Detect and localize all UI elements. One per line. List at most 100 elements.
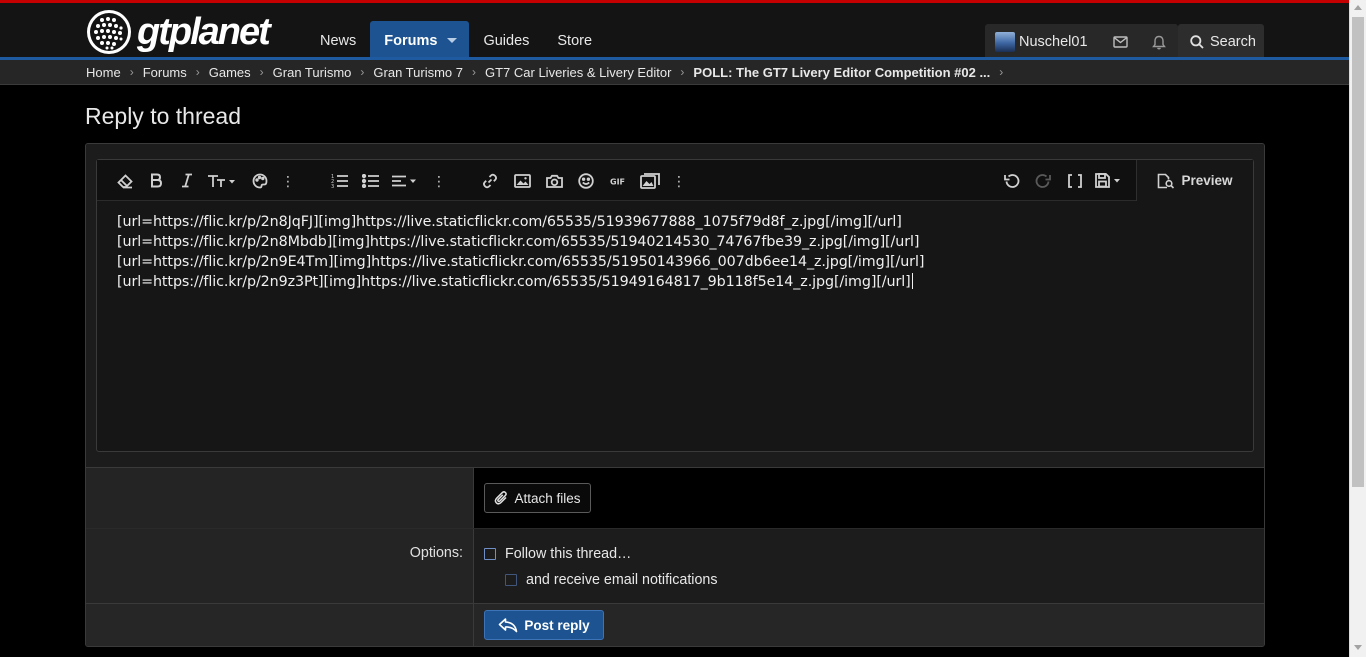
nav-forums[interactable]: Forums [370, 21, 470, 60]
breadcrumb-gran-turismo-7[interactable]: Gran Turismo 7 [373, 65, 463, 80]
search-label: Search [1210, 34, 1256, 50]
message-line-text: [url=https://flic.kr/p/2n9z3Pt][img]http… [117, 274, 911, 290]
italic-button[interactable] [173, 160, 201, 201]
save-icon [1095, 173, 1120, 188]
link-icon [483, 173, 497, 188]
follow-thread-checkbox[interactable] [484, 548, 496, 560]
ordered-list-button[interactable]: 123 [326, 160, 354, 201]
preview-icon [1158, 173, 1175, 189]
svg-text:3: 3 [331, 184, 334, 188]
unordered-list-button[interactable] [357, 160, 385, 201]
insert-gif-button[interactable]: GIF [604, 160, 632, 201]
gif-icon: GIF [610, 177, 625, 186]
site-header: gtplanet News Forums Guides Store Nusche… [0, 3, 1349, 60]
chevron-down-icon[interactable] [447, 38, 458, 43]
breadcrumb: Home › Forums › Games › Gran Turismo › Gran … [0, 60, 1349, 85]
user-menu: Nuschel01 [985, 24, 1178, 60]
drafts-button[interactable] [1093, 160, 1127, 201]
submit-row-label-column [86, 604, 474, 646]
font-size-button[interactable] [205, 160, 239, 201]
eraser-icon [117, 173, 133, 188]
reply-form: ⋮ 123 ⋮ GIF ⋮ Preview [url=https://flic.… [85, 143, 1265, 647]
attach-row: Attach files [86, 468, 1264, 528]
chevron-right-icon: › [129, 65, 134, 79]
email-notification-label: and receive email notifications [526, 572, 718, 588]
post-reply-button[interactable]: Post reply [484, 610, 604, 640]
page-scrollbar[interactable] [1349, 0, 1366, 657]
nav-news-label: News [320, 32, 357, 49]
breadcrumb-home[interactable]: Home [86, 65, 121, 80]
logo-wordmark: gtplanet [137, 11, 271, 53]
redo-icon [1035, 173, 1051, 188]
insert-image-button[interactable] [508, 160, 536, 201]
insert-smilie-button[interactable] [572, 160, 600, 201]
nav-news[interactable]: News [306, 21, 370, 60]
chevron-right-icon: › [999, 65, 1004, 79]
page-title: Reply to thread [85, 103, 241, 129]
insert-gallery-button[interactable] [636, 160, 664, 201]
nav-guides[interactable]: Guides [469, 21, 543, 60]
bold-icon [151, 173, 162, 188]
undo-button[interactable] [997, 160, 1025, 201]
email-notification-option[interactable]: and receive email notifications [505, 572, 718, 588]
undo-icon [1003, 173, 1019, 188]
text-color-button[interactable] [246, 160, 274, 201]
username: Nuschel01 [1019, 34, 1088, 50]
email-notification-checkbox[interactable] [505, 574, 517, 586]
breadcrumb-forums[interactable]: Forums [143, 65, 187, 80]
message-editor[interactable]: ⋮ 123 ⋮ GIF ⋮ Preview [url=https://flic.… [96, 159, 1254, 452]
breadcrumb-gran-turismo[interactable]: Gran Turismo [273, 65, 352, 80]
align-left-icon [392, 175, 416, 186]
options-row: Options: Follow this thread… and receive… [86, 528, 1264, 604]
alerts-button[interactable] [1140, 24, 1178, 60]
avatar [995, 32, 1015, 52]
search-icon [1190, 35, 1204, 49]
follow-thread-option[interactable]: Follow this thread… [484, 546, 631, 562]
preview-label: Preview [1181, 173, 1233, 188]
text-size-icon [208, 174, 235, 187]
more-paragraph-options-button[interactable]: ⋮ [432, 160, 446, 201]
gallery-icon [640, 172, 660, 189]
message-line: [url=https://flic.kr/p/2n9E4Tm][img]http… [117, 254, 925, 270]
account-link[interactable]: Nuschel01 [985, 24, 1101, 60]
insert-link-button[interactable] [476, 160, 504, 201]
scroll-up-arrow-icon[interactable] [1354, 5, 1362, 10]
italic-icon [182, 173, 192, 188]
more-insert-options-button[interactable]: ⋮ [672, 160, 686, 201]
redo-button[interactable] [1029, 160, 1057, 201]
breadcrumb-games[interactable]: Games [209, 65, 251, 80]
preview-button[interactable]: Preview [1136, 160, 1253, 201]
submit-row: Post reply [86, 603, 1264, 646]
options-row-content: Follow this thread… and receive email no… [474, 529, 1264, 604]
image-icon [513, 173, 531, 188]
nav-store-label: Store [557, 32, 593, 49]
message-body[interactable]: [url=https://flic.kr/p/2n8JqFJ][img]http… [117, 212, 1237, 292]
post-reply-label: Post reply [524, 617, 590, 633]
follow-thread-label: Follow this thread… [505, 546, 632, 562]
search-button[interactable]: Search [1178, 24, 1264, 60]
text-cursor [911, 273, 913, 289]
align-button[interactable] [388, 160, 422, 201]
attach-row-label-column [86, 468, 474, 528]
bold-button[interactable] [142, 160, 170, 201]
site-logo[interactable]: gtplanet [85, 8, 271, 56]
breadcrumb-liveries[interactable]: GT7 Car Liveries & Livery Editor [485, 65, 671, 80]
chevron-right-icon: › [259, 65, 264, 79]
more-text-options-button[interactable]: ⋮ [281, 160, 295, 201]
editor-area: ⋮ 123 ⋮ GIF ⋮ Preview [url=https://flic.… [86, 144, 1264, 468]
svg-text:GIF: GIF [610, 177, 625, 186]
scrollbar-thumb[interactable] [1352, 17, 1364, 487]
chevron-right-icon: › [360, 65, 365, 79]
breadcrumb-thread[interactable]: POLL: The GT7 Livery Editor Competition … [693, 65, 990, 80]
scroll-down-arrow-icon[interactable] [1354, 645, 1362, 650]
insert-media-button[interactable] [540, 160, 568, 201]
attach-files-button[interactable]: Attach files [484, 483, 591, 513]
toggle-bbcode-button[interactable] [1061, 160, 1089, 201]
message-line-last: [url=https://flic.kr/p/2n9z3Pt][img]http… [117, 272, 1237, 292]
nav-store[interactable]: Store [543, 21, 606, 60]
options-label: Options: [409, 545, 463, 561]
chevron-right-icon: › [680, 65, 685, 79]
message-line: [url=https://flic.kr/p/2n8Mbdb][img]http… [117, 234, 920, 250]
inbox-button[interactable] [1101, 24, 1140, 60]
clear-formatting-button[interactable] [111, 160, 139, 201]
